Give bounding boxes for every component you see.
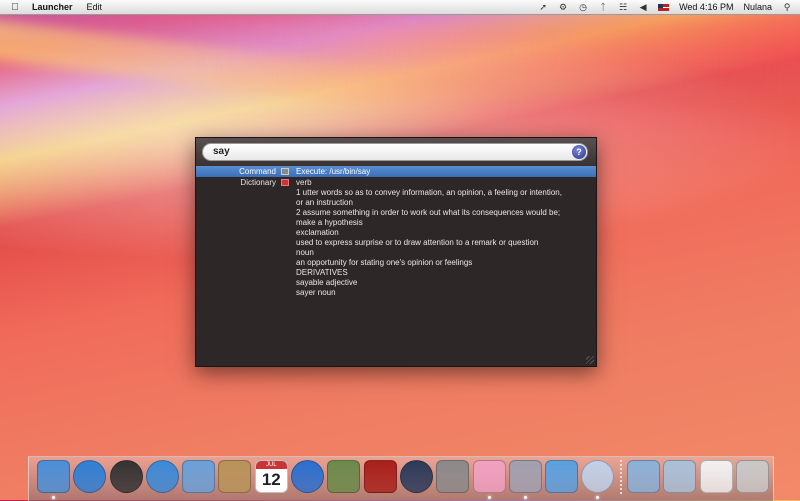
running-indicator: [487, 496, 491, 499]
result-category: Command: [239, 167, 276, 176]
documents-folder-icon[interactable]: [663, 460, 697, 493]
dock: JUL 12: [28, 456, 774, 501]
xcode-icon-image: [545, 460, 579, 493]
running-indicator: [523, 496, 527, 499]
flower-app-icon-image: [472, 460, 506, 493]
search-input[interactable]: say: [202, 143, 588, 161]
ical-icon-image: JUL 12: [254, 460, 288, 493]
launcher-window: say ? Command Execute: /usr/bin/say Dict…: [195, 137, 597, 367]
result-row-dictionary[interactable]: Dictionary verb: [196, 177, 596, 188]
calendar-month: JUL: [255, 461, 287, 469]
documents-folder-icon-image: [663, 460, 697, 493]
address-book-icon-image: [218, 460, 252, 493]
edit-menu[interactable]: Edit: [87, 2, 103, 12]
bluetooth-icon[interactable]: ᛏ: [598, 2, 608, 12]
rocket-icon[interactable]: ➚: [538, 2, 548, 12]
search-bar: say ?: [196, 138, 596, 166]
definition-line: exclamation: [296, 228, 339, 237]
result-text: verb: [296, 178, 312, 187]
dashboard-icon[interactable]: [109, 460, 143, 493]
trash-icon-image: [735, 460, 769, 493]
us-flag-icon[interactable]: [658, 3, 670, 11]
xcode-icon[interactable]: [545, 460, 579, 493]
ical-icon[interactable]: JUL 12: [254, 460, 288, 493]
result-text: Execute: /usr/bin/say: [296, 167, 371, 176]
definition-line: or an instruction: [296, 198, 353, 207]
address-book-icon[interactable]: [218, 460, 252, 493]
definition-line: noun: [296, 248, 314, 257]
volume-icon[interactable]: ◀: [638, 2, 648, 12]
apple-menu-icon[interactable]: : [10, 2, 20, 13]
definition-line: make a hypothesis: [296, 218, 363, 227]
imovie-icon[interactable]: [508, 460, 542, 499]
launcher-rocket-icon-image: [581, 460, 615, 493]
facetime-icon-image: [182, 460, 216, 493]
dock-separator: [619, 460, 622, 496]
time-machine-icon[interactable]: [399, 460, 433, 493]
photo-booth-icon[interactable]: [363, 460, 397, 493]
safari-icon-image: [145, 460, 179, 493]
pdf-document-icon-image: [699, 460, 733, 493]
finder-icon-image: [37, 460, 70, 493]
app-menu[interactable]: Launcher: [32, 2, 73, 12]
dashboard-icon-image: [109, 460, 143, 493]
iphoto-icon[interactable]: [327, 460, 361, 493]
system-preferences-icon[interactable]: [436, 460, 470, 493]
time-machine-icon[interactable]: ◷: [578, 2, 588, 12]
applications-folder-icon-image: [627, 460, 661, 493]
definition-line: 1 utter words so as to convey informatio…: [296, 188, 562, 197]
wifi-icon[interactable]: ☵: [618, 2, 628, 12]
trash-icon[interactable]: [735, 460, 769, 493]
spotlight-icon[interactable]: ⚲: [782, 2, 792, 12]
definition-line: an opportunity for stating one's opinion…: [296, 258, 473, 267]
definition-line: DERIVATIVES: [296, 268, 348, 277]
finder-icon[interactable]: [37, 460, 70, 499]
terminal-icon: [281, 168, 289, 175]
system-preferences-icon-image: [436, 460, 470, 493]
user-name[interactable]: Nulana: [743, 2, 772, 12]
result-row-command[interactable]: Command Execute: /usr/bin/say: [196, 166, 596, 177]
definition-line: used to express surprise or to draw atte…: [296, 238, 539, 247]
app-store-icon[interactable]: [73, 460, 107, 493]
itunes-icon[interactable]: [291, 460, 325, 493]
launcher-rocket-icon[interactable]: [581, 460, 615, 499]
clock[interactable]: Wed 4:16 PM: [679, 2, 733, 12]
dictionary-icon: [281, 179, 289, 186]
dock-items: JUL 12: [37, 460, 769, 499]
running-indicator: [52, 496, 55, 499]
flower-app-icon[interactable]: [472, 460, 506, 499]
calendar-day: 12: [261, 470, 281, 489]
definition-text: 1 utter words so as to convey informatio…: [196, 188, 596, 298]
pdf-document-icon[interactable]: [699, 460, 733, 493]
definition-line: sayer noun: [296, 288, 336, 297]
status-area: ➚ ⚙ ◷ ᛏ ☵ ◀ Wed 4:16 PM Nulana ⚲: [538, 0, 792, 14]
time-machine-icon-image: [399, 460, 433, 493]
app-store-icon-image: [73, 460, 107, 493]
results-list: Command Execute: /usr/bin/say Dictionary…: [196, 166, 596, 298]
photo-booth-icon-image: [363, 460, 397, 493]
menu-bar:  Launcher Edit ➚ ⚙ ◷ ᛏ ☵ ◀ Wed 4:16 PM …: [0, 0, 800, 15]
definition-line: sayable adjective: [296, 278, 358, 287]
gear-icon[interactable]: ⚙: [558, 2, 568, 12]
result-category: Dictionary: [240, 178, 276, 187]
applications-folder-icon[interactable]: [627, 460, 661, 493]
iphoto-icon-image: [327, 460, 361, 493]
resize-handle[interactable]: [586, 356, 594, 364]
imovie-icon-image: [508, 460, 542, 493]
running-indicator: [596, 496, 600, 499]
itunes-icon-image: [291, 460, 325, 493]
help-button[interactable]: ?: [572, 145, 586, 159]
safari-icon[interactable]: [145, 460, 179, 493]
facetime-icon[interactable]: [182, 460, 216, 493]
definition-line: 2 assume something in order to work out …: [296, 208, 561, 217]
